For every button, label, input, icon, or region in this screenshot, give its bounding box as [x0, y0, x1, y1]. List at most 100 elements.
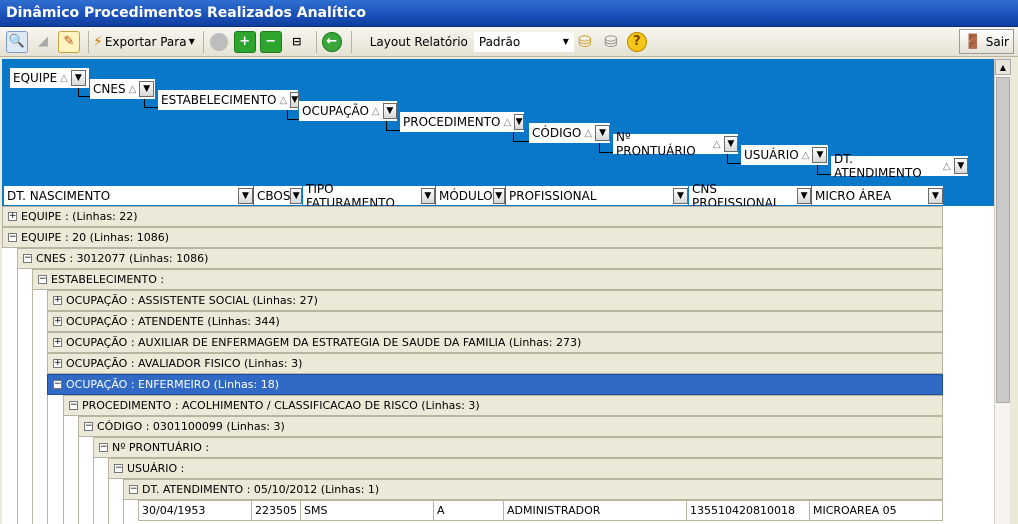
collapse-all-icon[interactable]: − — [259, 30, 282, 53]
chevron-down-icon[interactable]: ▼ — [492, 187, 505, 204]
chevron-down-icon[interactable]: ▼ — [812, 147, 828, 163]
chevron-down-icon[interactable]: ▼ — [139, 81, 155, 97]
group-row[interactable]: − EQUIPE : 20 (Linhas: 1086) — [2, 227, 943, 248]
chevron-down-icon[interactable]: ▼ — [953, 158, 968, 174]
cell-dt-nascimento: 30/04/1953 — [139, 501, 252, 520]
group-row[interactable]: + OCUPAÇÃO : AUXILIAR DE ENFERMAGEM DA ES… — [47, 332, 943, 353]
scrollbar-thumb[interactable] — [996, 77, 1010, 403]
chevron-down-icon[interactable]: ▼ — [928, 187, 943, 204]
cell-cns-profissional: 135510420810018 — [687, 501, 810, 520]
pivot-connector — [817, 165, 831, 175]
collapse-icon[interactable]: − — [23, 254, 32, 263]
expand-icon[interactable]: + — [53, 338, 62, 347]
eraser-icon[interactable]: ◢ — [32, 31, 54, 53]
group-row[interactable]: − DT. ATENDIMENTO : 05/10/2012 (Linhas: 1… — [123, 479, 943, 500]
column-label: MICRO ÁREA — [815, 188, 892, 203]
group-row-label: OCUPAÇÃO : ATENDENTE (Linhas: 344) — [66, 315, 280, 328]
pivot-field-cnes[interactable]: CNES △ ▼ — [90, 79, 155, 99]
pivot-connector — [287, 110, 299, 120]
group-row[interactable]: − ESTABELECIMENTO : — [32, 269, 943, 290]
group-row[interactable]: + OCUPAÇÃO : ASSISTENTE SOCIAL (Linhas: 2… — [47, 290, 943, 311]
record-icon[interactable] — [208, 31, 230, 53]
print-preview-icon[interactable]: 🔍 — [6, 30, 28, 53]
chevron-down-icon[interactable]: ▼ — [797, 187, 811, 204]
column-dt-nascimento[interactable]: DT. NASCIMENTO ▼ — [4, 186, 253, 205]
chevron-down-icon[interactable]: ▼ — [595, 125, 610, 141]
pivot-field-label: CÓDIGO — [532, 126, 582, 140]
expand-icon[interactable]: + — [8, 212, 17, 221]
export-button[interactable]: ⚡ Exportar Para ▼ — [93, 30, 195, 54]
help-icon[interactable]: ? — [626, 31, 648, 53]
pivot-field-dt-atendimento[interactable]: DT. ATENDIMENTO △ ▼ — [831, 152, 968, 180]
back-icon[interactable]: ← — [321, 31, 343, 53]
chevron-down-icon[interactable]: ▼ — [382, 103, 397, 119]
group-row[interactable]: + OCUPAÇÃO : ATENDENTE (Linhas: 344) — [47, 311, 943, 332]
group-row[interactable]: + OCUPAÇÃO : AVALIADOR FISICO (Linhas: 3) — [47, 353, 943, 374]
chevron-down-icon[interactable]: ▼ — [420, 187, 435, 204]
group-row-selected[interactable]: − OCUPAÇÃO : ENFERMEIRO (Linhas: 18) — [47, 374, 943, 395]
chevron-down-icon[interactable]: ▼ — [514, 114, 524, 130]
pivot-connector — [144, 99, 158, 108]
expand-icon[interactable]: + — [53, 317, 62, 326]
collapse-icon[interactable]: − — [69, 401, 78, 410]
table-row[interactable]: 30/04/1953 223505 SMS A ADMINISTRADOR 13… — [138, 500, 943, 521]
separator — [202, 30, 204, 53]
group-row[interactable]: − PROCEDIMENTO : ACOLHIMENTO / CLASSIFICA… — [63, 395, 943, 416]
collapse-icon[interactable]: − — [84, 422, 93, 431]
sort-asc-icon: △ — [371, 105, 380, 117]
group-row[interactable]: − Nº PRONTUÁRIO : — [93, 437, 943, 458]
chevron-down-icon[interactable]: ▼ — [290, 187, 302, 204]
collapse-icon[interactable]: − — [114, 464, 123, 473]
sort-asc-icon: △ — [128, 83, 137, 95]
edit-grid-icon[interactable]: ✎ — [58, 30, 80, 53]
sort-asc-icon: △ — [712, 138, 721, 150]
chevron-down-icon[interactable]: ▼ — [70, 70, 86, 86]
vertical-scrollbar[interactable]: ▲ — [994, 59, 1011, 524]
sort-asc-icon: △ — [801, 149, 810, 161]
chevron-down-icon[interactable]: ▼ — [723, 136, 738, 152]
delete-layout-icon[interactable]: ⛁ — [600, 31, 622, 53]
column-micro-area[interactable]: MICRO ÁREA ▼ — [812, 186, 943, 205]
column-label: MÓDULO — [439, 188, 493, 203]
chevron-down-icon[interactable]: ▼ — [238, 187, 253, 204]
collapse-icon[interactable]: − — [38, 275, 47, 284]
column-tipo-faturamento[interactable]: TIPO FATURAMENTO ▼ — [303, 182, 435, 210]
column-modulo[interactable]: MÓDULO ▼ — [436, 186, 505, 205]
expand-icon[interactable]: + — [53, 359, 62, 368]
pivot-connector — [78, 88, 90, 97]
group-row[interactable]: − CNES : 3012077 (Linhas: 1086) — [17, 248, 943, 269]
group-row-label: EQUIPE : 20 (Linhas: 1086) — [21, 231, 170, 244]
collapse-icon[interactable]: − — [99, 443, 108, 452]
pivot-field-estabelecimento[interactable]: ESTABELECIMENTO △ ▼ — [158, 90, 300, 110]
window-title: Dinâmico Procedimentos Realizados Analít… — [0, 0, 1018, 27]
column-profissional[interactable]: PROFISSIONAL ▼ — [506, 186, 688, 205]
exit-button[interactable]: 🚪 Sair — [959, 29, 1014, 54]
pivot-field-label: PROCEDIMENTO — [403, 115, 501, 129]
collapse-icon[interactable]: − — [8, 233, 17, 242]
expand-all-icon[interactable]: + — [233, 30, 256, 53]
group-row-label: DT. ATENDIMENTO : 05/10/2012 (Linhas: 1) — [142, 483, 380, 496]
pivot-field-procedimento[interactable]: PROCEDIMENTO △ ▼ — [400, 112, 524, 132]
scroll-up-icon[interactable]: ▲ — [995, 59, 1011, 75]
pivot-field-equipe[interactable]: EQUIPE △ ▼ — [10, 68, 89, 88]
group-row[interactable]: + EQUIPE : (Linhas: 22) — [2, 206, 943, 227]
group-row-label: OCUPAÇÃO : AUXILIAR DE ENFERMAGEM DA EST… — [66, 336, 582, 349]
pivot-field-usuario[interactable]: USUÁRIO △ ▼ — [741, 145, 828, 165]
layout-select[interactable]: Padrão ▼ — [473, 31, 574, 52]
pivot-field-label: OCUPAÇÃO — [302, 104, 369, 118]
pivot-field-ocupacao[interactable]: OCUPAÇÃO △ ▼ — [299, 101, 397, 121]
pivot-field-prontuario[interactable]: Nº PRONTUÁRIO △ ▼ — [613, 130, 738, 158]
save-layout-icon[interactable]: ⛁ — [574, 31, 596, 53]
chevron-down-icon[interactable]: ▼ — [673, 187, 688, 204]
column-cns-profissional[interactable]: CNS PROFISSIONAL ▼ — [689, 182, 811, 210]
collapse-icon[interactable]: − — [129, 485, 138, 494]
column-cbos[interactable]: CBOS ▼ — [254, 186, 302, 205]
expand-icon[interactable]: + — [53, 296, 62, 305]
group-row[interactable]: − CÓDIGO : 0301100099 (Linhas: 3) — [78, 416, 943, 437]
filter-icon[interactable]: ⊟ — [286, 31, 308, 53]
collapse-icon[interactable]: − — [53, 380, 62, 389]
group-row[interactable]: − USUÁRIO : — [108, 458, 943, 479]
cell-tipo-faturamento: SMS — [301, 501, 434, 520]
chevron-down-icon[interactable]: ▼ — [290, 92, 300, 108]
pivot-field-codigo[interactable]: CÓDIGO △ ▼ — [529, 123, 610, 143]
